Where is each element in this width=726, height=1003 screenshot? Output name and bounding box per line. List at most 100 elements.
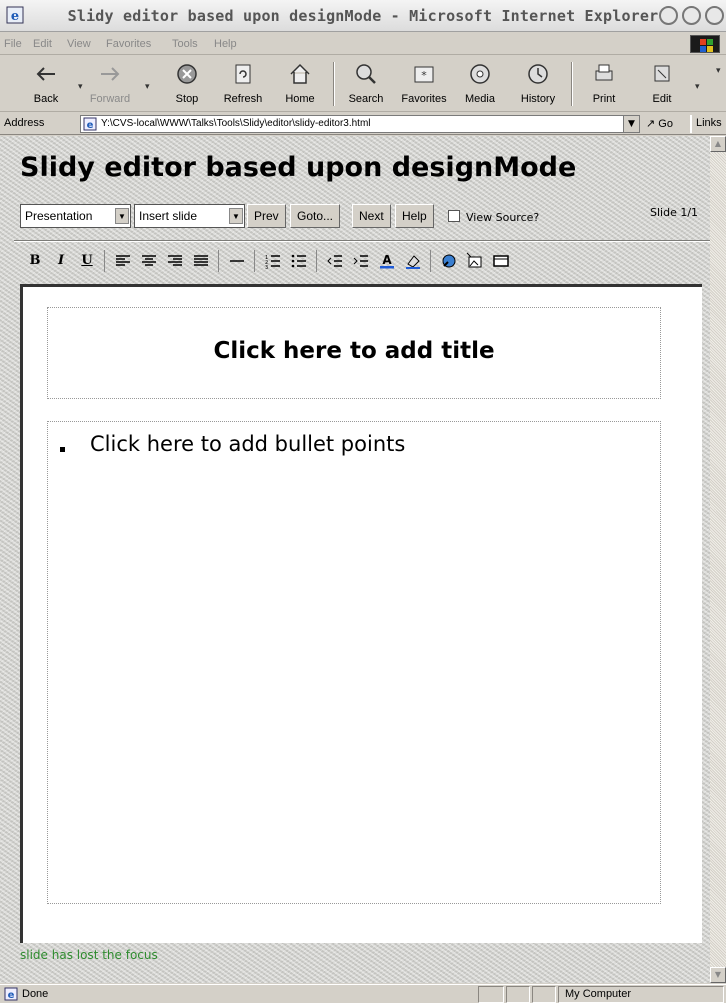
align-left-icon[interactable] [114,252,132,270]
goto-button[interactable]: Goto... [290,204,341,228]
highlight-color-icon[interactable] [404,252,422,270]
toolbar-separator [316,250,317,272]
toolbar-separator [333,62,335,106]
presentation-select[interactable]: Presentation ▼ [20,204,131,228]
address-bar: Address e Y:\CVS-local\WWW\Talks\Tools\S… [0,113,726,135]
browser-toolbar: Back ▾ Forward ▾ Stop Refresh Home Searc… [0,56,726,112]
print-icon [595,64,613,81]
status-text: Done [22,988,49,1000]
links-button[interactable]: Links [690,115,722,133]
svg-text:e: e [87,120,94,131]
slide-editor[interactable]: Click here to add title Click here to ad… [20,284,702,943]
page-icon: e [83,117,97,131]
media-button[interactable]: Media [450,59,510,109]
divider [14,240,710,242]
forward-arrow-icon [101,67,120,81]
stop-button[interactable]: Stop [157,59,217,109]
search-button[interactable]: Search [336,59,396,109]
vertical-scrollbar[interactable]: ▲ ▼ [710,136,726,983]
print-button[interactable]: Print [574,59,634,109]
align-right-icon[interactable] [166,252,184,270]
go-button[interactable]: ↗ Go [646,115,673,133]
search-icon [356,64,376,84]
ie-page-icon: e [4,987,18,1001]
align-center-icon[interactable] [140,252,158,270]
toolbar-separator [254,250,255,272]
insert-slide-select-value: Insert slide [139,209,198,223]
status-pane [532,986,556,1003]
status-bar: e Done My Computer [0,984,726,1003]
stop-icon [177,64,197,84]
refresh-button[interactable]: Refresh [213,59,273,109]
history-button[interactable]: History [508,59,568,109]
horizontal-rule-icon[interactable] [228,252,246,270]
favorites-button[interactable]: * Favorites [394,59,454,109]
chevron-down-icon: ▼ [229,208,243,224]
slide-body-box[interactable]: Click here to add bullet points [47,421,661,904]
home-button[interactable]: Home [270,59,330,109]
menu-help[interactable]: Help [214,38,237,50]
slide-title-placeholder[interactable]: Click here to add title [48,338,660,364]
browser-window: e Slidy editor based upon designMode - M… [0,0,726,1003]
scroll-down-icon[interactable]: ▼ [710,967,726,983]
window-title: Slidy editor based upon designMode - Mic… [67,7,659,25]
refresh-icon [235,64,251,84]
edit-button[interactable]: Edit [632,59,692,109]
toolbar-separator [571,62,573,106]
bullet-icon [60,447,65,452]
insert-link-icon[interactable] [440,252,458,270]
menu-favorites[interactable]: Favorites [106,38,151,50]
status-pane [478,986,504,1003]
forward-button[interactable]: Forward [80,59,140,109]
numbered-list-icon[interactable]: 123 [264,252,282,270]
home-icon [290,63,310,84]
underline-button[interactable]: U [78,252,96,270]
slide-bullet-placeholder[interactable]: Click here to add bullet points [90,432,405,456]
editor-controls: Presentation ▼ Insert slide ▼ Prev Goto.… [20,204,710,228]
insert-table-icon[interactable] [492,252,510,270]
history-icon [528,64,548,84]
back-button[interactable]: Back [16,59,76,109]
slide-title-box[interactable]: Click here to add title [47,307,661,399]
close-button[interactable] [705,6,724,25]
menu-edit[interactable]: Edit [33,38,52,50]
menu-tools[interactable]: Tools [172,38,198,50]
toolbar-chevron-icon[interactable]: ▾ [716,66,721,76]
text-color-icon[interactable]: A [378,252,396,270]
indent-icon[interactable] [352,252,370,270]
title-bar[interactable]: e Slidy editor based upon designMode - M… [0,0,726,32]
favorites-icon: * [414,66,434,83]
outdent-icon[interactable] [326,252,344,270]
prev-button[interactable]: Prev [247,204,286,228]
next-button[interactable]: Next [352,204,391,228]
toolbar-separator [104,250,105,272]
focus-status-message: slide has lost the focus [20,948,158,962]
minimize-button[interactable] [659,6,678,25]
bullet-list-icon[interactable] [290,252,308,270]
help-button[interactable]: Help [395,204,434,228]
scroll-up-icon[interactable]: ▲ [710,136,726,152]
view-source-label: View Source? [466,211,540,224]
address-input[interactable]: e Y:\CVS-local\WWW\Talks\Tools\Slidy\edi… [80,115,640,133]
justify-icon[interactable] [192,252,210,270]
toolbar-separator [430,250,431,272]
maximize-button[interactable] [682,6,701,25]
page-title: Slidy editor based upon designMode [20,152,577,183]
status-pane [506,986,530,1003]
insert-slide-select[interactable]: Insert slide ▼ [134,204,245,228]
menu-file[interactable]: File [4,38,22,50]
address-label: Address [4,117,45,129]
view-source-checkbox[interactable] [448,210,460,222]
svg-text:A: A [382,253,392,267]
bold-button[interactable]: B [26,252,44,270]
menu-view[interactable]: View [67,38,91,50]
presentation-select-value: Presentation [25,209,93,223]
address-dropdown-icon[interactable]: ▼ [623,116,639,132]
go-label: Go [658,118,673,130]
svg-text:*: * [421,69,427,82]
back-arrow-icon [36,67,55,81]
edit-dropdown-icon[interactable]: ▾ [695,82,700,92]
italic-button[interactable]: I [52,252,70,270]
forward-dropdown-icon[interactable]: ▾ [145,82,150,92]
insert-image-icon[interactable] [466,252,484,270]
